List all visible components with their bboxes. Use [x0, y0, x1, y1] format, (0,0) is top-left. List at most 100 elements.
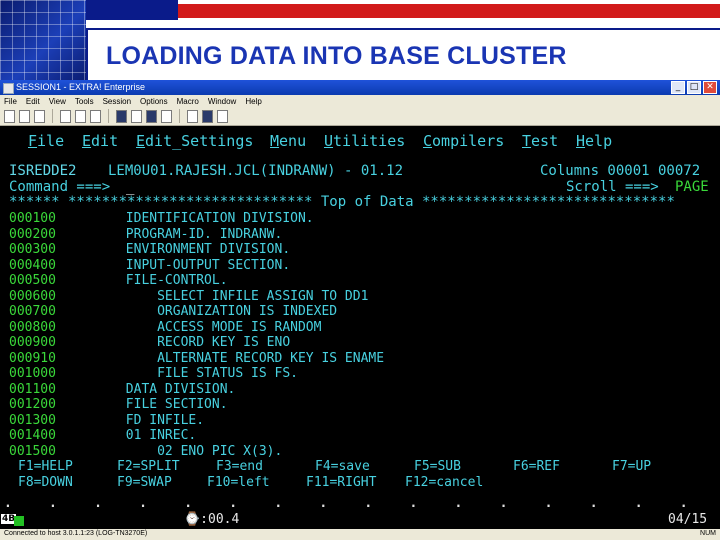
source-text[interactable]: RECORD KEY IS ENO [71, 335, 290, 350]
pf-key-f10[interactable]: F10=left [207, 475, 270, 490]
settings-icon[interactable] [131, 109, 142, 123]
header-band-blue [86, 0, 178, 20]
menu-file[interactable]: File [4, 97, 17, 106]
close-button[interactable]: ✕ [703, 81, 717, 94]
line-number[interactable]: 001100 [9, 382, 56, 397]
menu-view[interactable]: View [49, 97, 66, 106]
line-number[interactable]: 000400 [9, 258, 56, 273]
menu-options[interactable]: Options [140, 97, 168, 106]
line-number[interactable]: 000600 [9, 289, 56, 304]
menu-edit[interactable]: Edit [26, 97, 40, 106]
maximize-button[interactable]: □ [687, 81, 701, 94]
line-number[interactable]: 001000 [9, 366, 56, 381]
source-text[interactable]: 02 ENO PIC X(3). [71, 444, 282, 459]
source-text[interactable]: DATA DIVISION. [71, 382, 236, 397]
ispf-menu-test[interactable]: Test [522, 134, 558, 149]
pf-key-f5[interactable]: F5=SUB [414, 459, 461, 474]
line-number[interactable]: 001300 [9, 413, 56, 428]
ispf-menu-menu[interactable]: Menu [270, 134, 306, 149]
pf-key-f6[interactable]: F6=REF [513, 459, 560, 474]
macro-icon[interactable] [146, 109, 157, 123]
source-text[interactable]: FILE STATUS IS FS. [71, 366, 298, 381]
source-text[interactable]: PROGRAM-ID. INDRANW. [71, 227, 283, 242]
pf-key-f9[interactable]: F9=SWAP [117, 475, 172, 490]
command-input[interactable]: _ [126, 180, 134, 195]
ispf-menu-file[interactable]: File [28, 134, 64, 149]
pf-key-f4[interactable]: F4=save [315, 459, 370, 474]
ispf-menu-utilities[interactable]: Utilities [324, 134, 405, 149]
ispf-menu-help[interactable]: Help [576, 134, 612, 149]
minimize-button[interactable]: _ [671, 81, 685, 94]
menu-tools[interactable]: Tools [75, 97, 94, 106]
pf-key-f11[interactable]: F11=RIGHT [306, 475, 376, 490]
source-text[interactable]: ENVIRONMENT DIVISION. [71, 242, 290, 257]
line-number[interactable]: 001200 [9, 397, 56, 412]
pf-key-f7[interactable]: F7=UP [612, 459, 651, 474]
app-icon [3, 83, 14, 94]
header-band-red [178, 4, 720, 18]
menu-session[interactable]: Session [103, 97, 131, 106]
menu-help[interactable]: Help [245, 97, 261, 106]
line-number[interactable]: 000700 [9, 304, 56, 319]
slide-title: LOADING DATA INTO BASE CLUSTER [106, 42, 567, 70]
toolbar-divider [179, 109, 180, 123]
window-titlebar[interactable]: SESSION1 - EXTRA! Enterprise _ □ ✕ [0, 80, 720, 95]
new-icon[interactable] [4, 109, 15, 123]
window-title: SESSION1 - EXTRA! Enterprise [16, 82, 146, 92]
source-text[interactable]: ORGANIZATION IS INDEXED [71, 304, 337, 319]
source-text[interactable]: 01 INREC. [71, 428, 196, 443]
copy-icon[interactable] [75, 109, 86, 123]
response-timer: ⌚:00.4 [184, 512, 240, 527]
num-lock-indicator: NUM [700, 530, 716, 537]
menu-window[interactable]: Window [208, 97, 236, 106]
pf-key-f12[interactable]: F12=cancel [405, 475, 483, 490]
source-text[interactable]: SELECT INFILE ASSIGN TO DD1 [71, 289, 368, 304]
source-text[interactable]: FILE-CONTROL. [71, 273, 228, 288]
open-icon[interactable] [19, 109, 30, 123]
keyboard-icon[interactable] [187, 109, 198, 123]
source-text[interactable]: INPUT-OUTPUT SECTION. [71, 258, 290, 273]
top-of-data-banner: ****** ***************************** Top… [9, 195, 675, 210]
toolbar-divider [108, 109, 109, 123]
menu-macro[interactable]: Macro [177, 97, 199, 106]
line-number[interactable]: 000300 [9, 242, 56, 257]
line-number[interactable]: 000900 [9, 335, 56, 350]
dotted-separator: . . . . . . . . . . . . . . . . . . . . … [4, 496, 716, 511]
pf-key-f2[interactable]: F2=SPLIT [117, 459, 180, 474]
line-number[interactable]: 000800 [9, 320, 56, 335]
pf-key-f1[interactable]: F1=HELP [18, 459, 73, 474]
line-number[interactable]: 000910 [9, 351, 56, 366]
menubar: File Edit View Tools Session Options Mac… [0, 95, 720, 107]
terminal-screen[interactable]: File Edit Edit_Settings Menu Utilities C… [0, 126, 720, 512]
source-text[interactable]: FILE SECTION. [71, 397, 228, 412]
ispf-menu-edit-settings[interactable]: Edit_Settings [136, 134, 253, 149]
line-number[interactable]: 001400 [9, 428, 56, 443]
help-icon[interactable] [217, 109, 228, 123]
ispf-menu-compilers[interactable]: Compilers [423, 134, 504, 149]
save-icon[interactable] [34, 109, 45, 123]
scroll-label: Scroll ===> [566, 179, 659, 195]
source-text[interactable]: ACCESS MODE IS RANDOM [71, 320, 321, 335]
line-number[interactable]: 000100 [9, 211, 56, 226]
paste-icon[interactable] [90, 109, 101, 123]
line-number[interactable]: 000200 [9, 227, 56, 242]
dataset-name: LEM0U01.RAJESH.JCL(INDRANW) - 01.12 [108, 163, 404, 179]
pf-key-f3[interactable]: F3=end [216, 459, 263, 474]
ispf-menu-edit[interactable]: Edit [82, 134, 118, 149]
line-number[interactable]: 000500 [9, 273, 56, 288]
slide-header: LOADING DATA INTO BASE CLUSTER [0, 0, 720, 84]
source-text[interactable]: IDENTIFICATION DIVISION. [71, 211, 314, 226]
window-statusbar: Connected to host 3.0.1.1:23 (LOG-TN3270… [0, 529, 720, 540]
pf-key-f8[interactable]: F8=DOWN [18, 475, 73, 490]
line-number[interactable]: 001500 [9, 444, 56, 459]
source-text[interactable]: FD INFILE. [71, 413, 204, 428]
cut-icon[interactable] [60, 109, 71, 123]
source-text[interactable]: ALTERNATE RECORD KEY IS ENAME [71, 351, 384, 366]
print-icon[interactable] [116, 109, 127, 123]
cursor-position: 04/15 [668, 512, 708, 527]
connection-status-text: Connected to host 3.0.1.1:23 (LOG-TN3270… [4, 530, 148, 537]
capture-icon[interactable] [161, 109, 172, 123]
toolbar-divider [52, 109, 53, 123]
scroll-input[interactable]: PAGE [675, 180, 709, 195]
connect-icon[interactable] [202, 109, 213, 123]
